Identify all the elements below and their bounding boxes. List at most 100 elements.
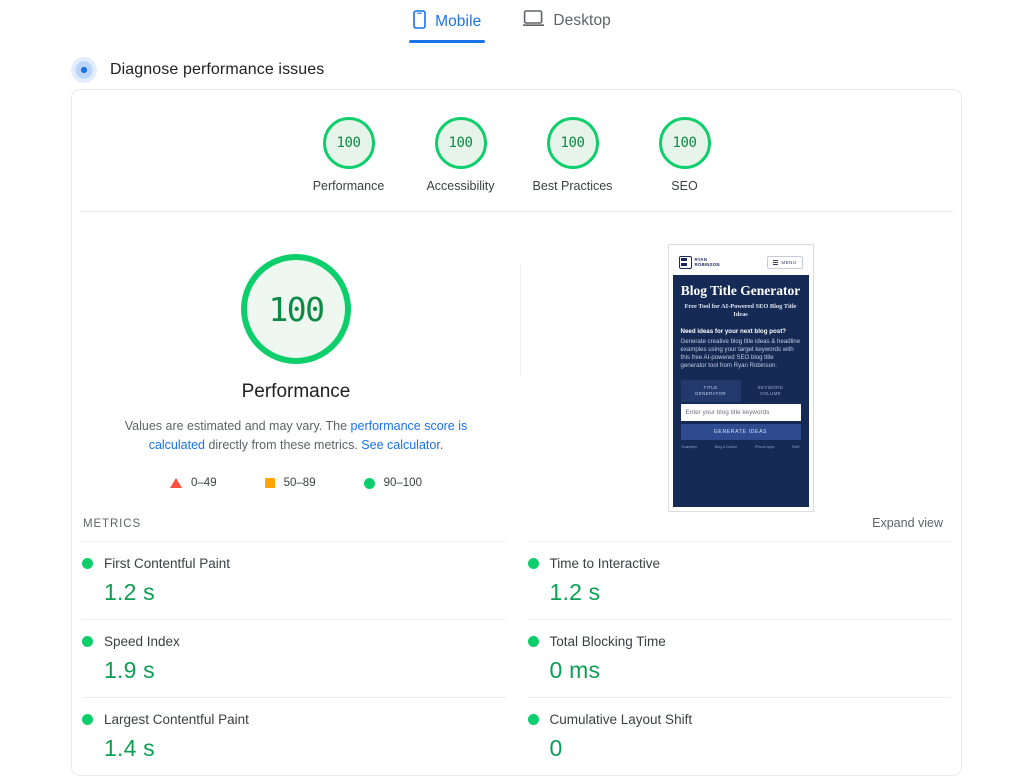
device-tabbar: Mobile Desktop [0, 0, 1024, 46]
legend-item-good: 90–100 [363, 477, 422, 489]
tab-desktop-label: Desktop [553, 12, 611, 29]
score-legend: 0–49 50–89 90–100 [170, 477, 422, 489]
legend-good-range: 90–100 [383, 477, 422, 489]
metric-row[interactable]: Total Blocking Time 0 ms [527, 619, 952, 697]
category-score-accessibility[interactable]: 100 Accessibility [405, 117, 517, 193]
metrics-column-right: Time to Interactive 1.2 s Total Blocking… [527, 541, 952, 775]
status-good-icon [527, 558, 539, 569]
thumbnail-footer-link-3: iPhone Apps [754, 445, 775, 450]
metric-label: Speed Index [104, 634, 180, 649]
legend-item-average: 50–89 [264, 477, 316, 489]
metric-label: Total Blocking Time [549, 634, 666, 649]
metric-label: Largest Contentful Paint [104, 712, 249, 727]
hero-metric-name: Performance [241, 381, 351, 402]
site-logo: RYAN ROBINSON [678, 255, 720, 269]
mobile-icon [413, 10, 426, 34]
gauge-performance: 100 [322, 117, 375, 169]
thumbnail-hero: Blog Title Generator Free Tool for AI-Po… [672, 275, 809, 507]
see-calculator-link[interactable]: See calculator [361, 438, 440, 452]
category-score-performance[interactable]: 100 Performance [293, 117, 405, 193]
metric-value: 0 [549, 735, 563, 761]
thumbnail-tab1-line2: GENERATOR [694, 391, 726, 397]
gauge-accessibility: 100 [434, 117, 487, 169]
thumbnail-tab-keyword-volume: KEYWORD VOLUME [741, 380, 801, 402]
page-title: Diagnose performance issues [110, 61, 325, 78]
metric-label: Time to Interactive [549, 556, 661, 571]
category-scores: 100 Performance 100 Accessibility 100 Be… [72, 90, 961, 211]
thumbnail-footer-link-2: Blog & Culture [714, 445, 738, 450]
hero-desc-text-3: . [439, 438, 444, 452]
circle-icon [363, 477, 375, 489]
expand-view-button[interactable]: Expand view [872, 516, 943, 530]
metric-row[interactable]: Largest Contentful Paint 1.4 s [82, 697, 506, 775]
status-good-icon [527, 636, 539, 647]
site-logo-text: RYAN ROBINSON [695, 257, 720, 268]
gauge-performance-large: 100 [241, 254, 351, 364]
thumbnail-menu-button: MENU [767, 255, 803, 269]
tab-active-underline [409, 40, 486, 43]
status-good-icon [82, 714, 93, 725]
status-good-icon [82, 558, 93, 569]
thumbnail-subtitle: Free Tool for AI-Powered SEO Blog Title … [684, 302, 797, 318]
metric-name-row: Speed Index [82, 634, 506, 649]
gauge-accessibility-label: Accessibility [426, 179, 495, 193]
logo-line-2: ROBINSON [694, 262, 720, 267]
thumbnail-generate-button: GENERATE IDEAS [680, 424, 801, 441]
metric-name-row: Total Blocking Time [527, 634, 952, 649]
thumbnail-tab1-line1: TITLE [703, 385, 718, 391]
hero-vertical-divider [520, 264, 521, 376]
hero-desc-text-2: directly from these metrics. [204, 438, 362, 452]
triangle-icon [170, 478, 183, 488]
hero-desc-text-1: Values are estimated and may vary. The [124, 419, 351, 433]
gauge-best-practices: 100 [546, 117, 599, 169]
metrics-grid: First Contentful Paint 1.2 s Speed Index… [72, 541, 961, 775]
metric-name-row: Largest Contentful Paint [82, 712, 506, 727]
metric-value: 1.4 s [104, 735, 155, 761]
metrics-section-title: METRICS [83, 518, 142, 530]
metric-name-row: Cumulative Layout Shift [527, 712, 952, 727]
metrics-column-left: First Contentful Paint 1.2 s Speed Index… [82, 541, 506, 775]
metric-row[interactable]: First Contentful Paint 1.2 s [82, 541, 506, 619]
tab-mobile[interactable]: Mobile [409, 6, 486, 43]
logo-line-1: RYAN [694, 256, 708, 262]
menu-label: MENU [781, 259, 797, 265]
desktop-icon [523, 10, 545, 32]
metric-row[interactable]: Time to Interactive 1.2 s [527, 541, 952, 619]
screenshot-panel: RYAN ROBINSON MENU Blog Title Generator … [520, 242, 961, 512]
metric-name-row: Time to Interactive [527, 556, 952, 571]
legend-poor-range: 0–49 [191, 477, 217, 489]
gauge-seo-label: SEO [671, 179, 698, 193]
legend-item-poor: 0–49 [170, 477, 217, 489]
thumbnail-body: Generate creative blog title ideas & hea… [680, 337, 801, 370]
phone-screen: RYAN ROBINSON MENU Blog Title Generator … [672, 249, 809, 507]
thumbnail-footer-link-1: Examples [681, 445, 697, 450]
gauge-best-practices-label: Best Practices [532, 179, 613, 193]
legend-average-range: 50–89 [283, 477, 316, 489]
logo-mark-icon [678, 255, 692, 269]
metrics-header: METRICS Expand view [72, 516, 961, 530]
square-icon [264, 478, 275, 488]
thumbnail-tab2-line2: VOLUME [760, 391, 781, 397]
thumbnail-site-header: RYAN ROBINSON MENU [673, 249, 809, 275]
metric-value: 0 ms [549, 657, 601, 683]
gauge-seo: 100 [658, 117, 711, 169]
performance-hero: 100 Performance Values are estimated and… [72, 212, 961, 512]
thumbnail-keyword-input: Enter your blog title keywords [680, 404, 801, 422]
metric-row[interactable]: Speed Index 1.9 s [82, 619, 506, 697]
metric-row[interactable]: Cumulative Layout Shift 0 [527, 697, 952, 775]
metric-label: Cumulative Layout Shift [549, 712, 693, 727]
category-score-best-practices[interactable]: 100 Best Practices [517, 117, 629, 193]
phone-screenshot: RYAN ROBINSON MENU Blog Title Generator … [667, 244, 814, 512]
thumbnail-tab2-line1: KEYWORD [757, 385, 784, 391]
pulse-dot-icon [71, 57, 97, 83]
hero-score-panel: 100 Performance Values are estimated and… [72, 242, 520, 512]
diagnose-header: Diagnose performance issues [0, 46, 1024, 86]
gauge-performance-label: Performance [312, 179, 385, 193]
status-good-icon [82, 636, 93, 647]
category-score-seo[interactable]: 100 SEO [629, 117, 741, 193]
metric-name-row: First Contentful Paint [82, 556, 506, 571]
tab-mobile-label: Mobile [435, 13, 482, 30]
thumbnail-question: Need ideas for your next blog post? [680, 327, 787, 335]
metric-value: 1.9 s [104, 657, 155, 683]
tab-desktop[interactable]: Desktop [519, 6, 615, 41]
